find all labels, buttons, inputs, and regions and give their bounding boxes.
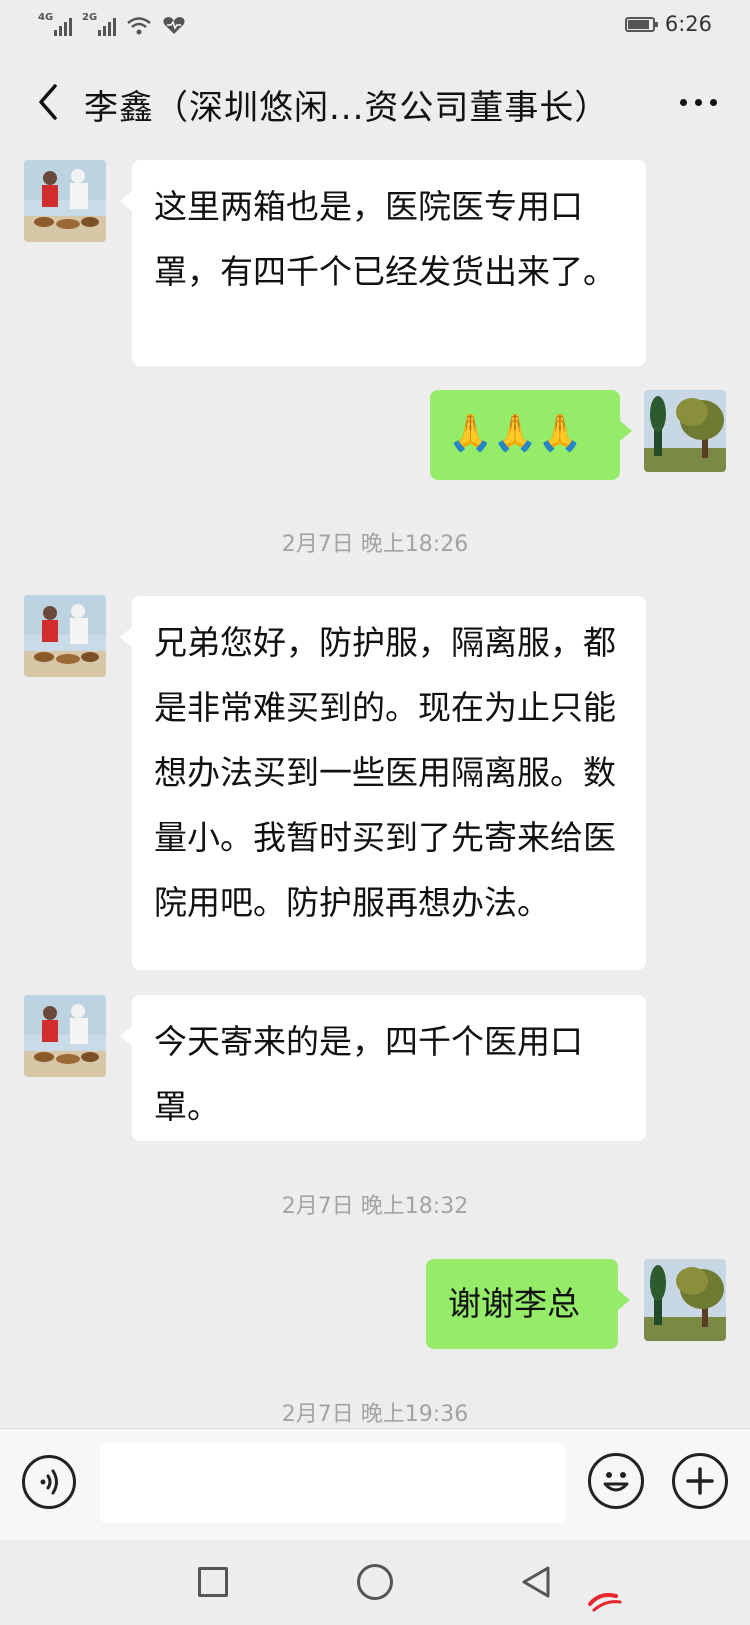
message-timestamp: 2月7日 晚上19:36 — [281, 1402, 469, 1427]
voice-icon — [40, 1469, 58, 1495]
status-left: 4G 2G — [38, 12, 186, 36]
message-text: 谢谢李总 — [448, 1284, 580, 1323]
my-avatar[interactable] — [644, 1259, 726, 1341]
wifi-icon — [127, 17, 151, 35]
signal-type-label: 2G — [82, 12, 98, 23]
message-bubble-incoming[interactable]: 这里两箱也是，医院医专用口罩，有四千个已经发货出来了。 — [120, 160, 646, 366]
emoji-icon — [603, 1472, 629, 1492]
watermark-logo — [588, 1593, 622, 1612]
recent-apps-button[interactable] — [198, 1567, 228, 1597]
voice-button[interactable] — [22, 1455, 76, 1509]
input-bar — [0, 1428, 750, 1541]
my-avatar[interactable] — [644, 390, 726, 472]
message-text: 🙏🙏🙏 — [448, 413, 583, 454]
emoji-button[interactable] — [588, 1453, 644, 1509]
message-timestamp: 2月7日 晚上18:32 — [281, 1194, 469, 1219]
message-bubble-incoming[interactable]: 兄弟您好，防护服，隔离服，都是非常难买到的。现在为止只能想办法买到一些医用隔离服… — [120, 596, 646, 970]
contact-avatar[interactable] — [24, 595, 106, 677]
chevron-left-icon — [39, 84, 57, 120]
back-triangle-icon[interactable] — [516, 1562, 556, 1602]
signal-icon: 2G — [82, 12, 116, 36]
status-time: 6:26 — [664, 12, 712, 36]
chat-header: 李鑫（深圳悠闲...资公司董事长） — [0, 60, 750, 146]
message-text: 这里两箱也是，医院医专用口罩，有四千个已经发货出来了。 — [154, 187, 616, 291]
signal-type-label: 4G — [38, 12, 54, 23]
message-input[interactable] — [100, 1443, 566, 1523]
message-text: 今天寄来的是，四千个医用口罩。 — [154, 1022, 583, 1126]
system-navigation-bar — [0, 1540, 750, 1625]
signal-icon: 4G — [38, 12, 72, 36]
heart-icon — [163, 17, 185, 34]
contact-avatar[interactable] — [24, 160, 106, 242]
home-button[interactable] — [357, 1564, 393, 1600]
message-text: 兄弟您好，防护服，隔离服，都是非常难买到的。现在为止只能想办法买到一些医用隔离服… — [154, 623, 616, 922]
back-button[interactable] — [22, 76, 74, 128]
more-options-button[interactable] — [666, 78, 730, 126]
plus-icon — [686, 1467, 714, 1495]
more-functions-button[interactable] — [672, 1453, 728, 1509]
message-bubble-outgoing[interactable]: 谢谢李总 — [426, 1259, 630, 1349]
message-bubble-outgoing[interactable]: 🙏🙏🙏 — [430, 390, 632, 480]
more-dot — [694, 98, 702, 106]
more-dot — [679, 98, 687, 106]
message-bubble-incoming[interactable]: 今天寄来的是，四千个医用口罩。 — [120, 995, 646, 1141]
more-dot — [709, 98, 717, 106]
status-bar: 4G 2G 6:26 — [0, 0, 750, 52]
chat-title: 李鑫（深圳悠闲...资公司董事长） — [84, 88, 610, 128]
status-right: 6:26 — [624, 12, 712, 36]
contact-avatar[interactable] — [24, 995, 106, 1077]
message-timestamp: 2月7日 晚上18:26 — [281, 532, 469, 557]
battery-icon — [624, 16, 658, 32]
